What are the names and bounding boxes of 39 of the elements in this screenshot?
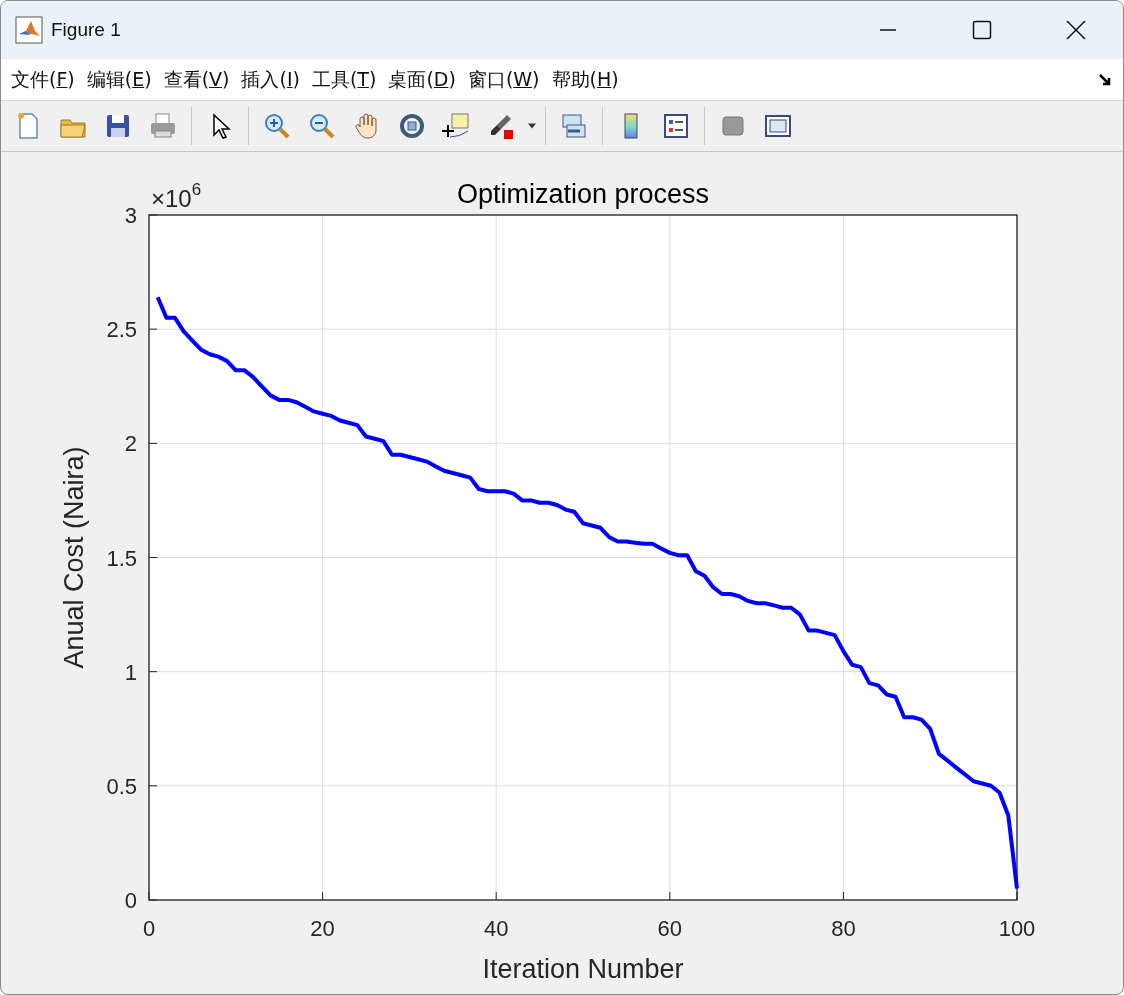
zoom-out-icon bbox=[307, 111, 337, 141]
x-tick-label: 60 bbox=[657, 916, 683, 941]
y-tick-label: 2.5 bbox=[106, 317, 137, 343]
x-tick-label: 0 bbox=[142, 916, 156, 941]
zoom-in-icon bbox=[262, 111, 292, 141]
print-icon bbox=[148, 111, 178, 141]
menu-item[interactable]: 文件(F) bbox=[5, 62, 81, 97]
rotate-icon bbox=[397, 111, 427, 141]
y-tick-label: 1 bbox=[124, 659, 137, 685]
y-tick-label: 0 bbox=[124, 888, 137, 913]
y-tick-label: 1.5 bbox=[106, 545, 137, 571]
maximize-icon bbox=[972, 20, 992, 40]
legend-icon bbox=[661, 111, 691, 141]
data-cursor-icon bbox=[442, 111, 472, 141]
menu-item[interactable]: 桌面(D) bbox=[382, 62, 462, 97]
y-tick-label: 2 bbox=[124, 431, 137, 457]
close-icon bbox=[1066, 20, 1086, 40]
window-title: Figure 1 bbox=[51, 19, 122, 41]
link-icon bbox=[559, 111, 589, 141]
menu-item[interactable]: 帮助(H) bbox=[545, 62, 625, 97]
exponent-label: ×10$^{6}$ bbox=[151, 180, 202, 212]
x-axis-label: Iteration Number bbox=[482, 954, 684, 984]
y-axis-label: Anual Cost (Naira) bbox=[59, 446, 89, 669]
minimize-icon bbox=[879, 29, 897, 31]
chart-title: Optimization process bbox=[456, 179, 710, 209]
menu-item[interactable]: 插入(I) bbox=[235, 62, 306, 97]
app-logo-icon bbox=[15, 16, 43, 44]
menu-item[interactable]: 编辑(E) bbox=[80, 62, 158, 97]
x-tick-label: 20 bbox=[310, 916, 335, 941]
x-tick-label: 80 bbox=[831, 916, 856, 941]
dropdown-caret-icon bbox=[527, 123, 537, 129]
menu-item[interactable]: 查看(V) bbox=[157, 62, 236, 97]
menu-item[interactable]: 工具(T) bbox=[305, 62, 383, 97]
x-tick-label: 100 bbox=[998, 916, 1036, 941]
menu-item[interactable]: 窗口(W) bbox=[461, 62, 546, 97]
y-tick-label: 0.5 bbox=[106, 773, 137, 799]
dock-arrow-icon[interactable] bbox=[1099, 72, 1113, 87]
y-tick-label: 3 bbox=[124, 203, 137, 228]
x-tick-label: 40 bbox=[483, 916, 509, 941]
